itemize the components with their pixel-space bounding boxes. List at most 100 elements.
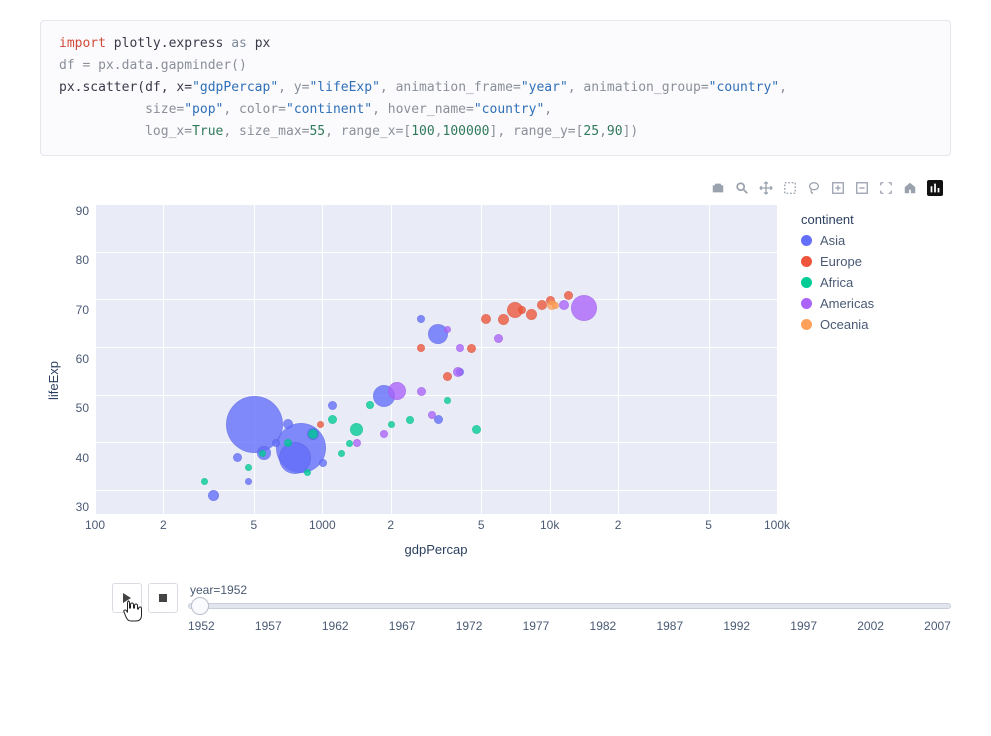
lasso-icon[interactable] [807,181,821,195]
zoom-icon[interactable] [735,181,749,195]
data-point[interactable] [467,344,476,353]
x-tick: 1000 [309,518,336,532]
pan-icon[interactable] [759,181,773,195]
data-point[interactable] [319,459,327,467]
x-axis-ticks: 1002510002510k25100k [95,518,777,536]
slider-current-label: year=1952 [190,583,951,597]
legend-item-americas[interactable]: Americas [801,296,951,311]
slider-tick: 1992 [723,619,750,633]
data-point[interactable] [245,478,252,485]
code-content: import plotly.express as px df = px.data… [59,33,932,143]
slider-tick: 1977 [523,619,550,633]
plotly-logo-icon[interactable] [927,180,943,196]
y-axis-label: lifeExp [40,204,61,557]
data-point[interactable] [388,382,406,400]
data-point[interactable] [571,295,597,321]
data-point[interactable] [328,401,337,410]
legend-item-africa[interactable]: Africa [801,275,951,290]
data-point[interactable] [498,314,509,325]
legend: continent Asia Europe Africa Americas Oceani… [777,204,951,557]
year-slider[interactable] [188,603,951,609]
x-axis-label: gdpPercap [95,542,777,557]
legend-title: continent [801,212,951,227]
legend-item-label: Europe [820,254,862,269]
data-point[interactable] [444,397,451,404]
slider-tick-labels: 1952 1957 1962 1967 1972 1977 1982 1987 1992 1997… [188,619,951,633]
data-point[interactable] [526,309,537,320]
legend-item-europe[interactable]: Europe [801,254,951,269]
data-point[interactable] [304,469,311,476]
slider-tick: 1987 [656,619,683,633]
plot-modebar [40,180,943,196]
x-tick: 2 [615,518,622,532]
slider-tick: 1972 [456,619,483,633]
autoscale-icon[interactable] [879,181,893,195]
slider-tick: 1962 [322,619,349,633]
legend-dot-icon [801,256,812,267]
camera-icon[interactable] [711,181,725,195]
play-button[interactable] [112,583,142,613]
legend-item-label: Africa [820,275,853,290]
plot-container: lifeExp 90 80 70 60 50 40 30 10025100025… [40,204,951,557]
slider-tick: 1957 [255,619,282,633]
data-point[interactable] [388,421,395,428]
x-tick: 2 [160,518,167,532]
animation-controls: year=1952 195219571962196719721977198219… [112,583,951,633]
data-point[interactable] [417,387,426,396]
data-point[interactable] [353,439,361,447]
legend-dot-icon [801,319,812,330]
data-point[interactable] [428,411,436,419]
data-point[interactable] [559,300,569,310]
x-tick: 2 [387,518,394,532]
data-point[interactable] [444,326,451,333]
x-tick: 100k [764,518,790,532]
data-point[interactable] [350,423,363,436]
zoom-out-icon[interactable] [855,181,869,195]
slider-tick: 1967 [389,619,416,633]
plot-area[interactable] [95,204,777,514]
slider-tick: 1997 [790,619,817,633]
slider-tick: 1982 [590,619,617,633]
data-point[interactable] [259,450,266,457]
x-tick: 5 [251,518,258,532]
slider-tick: 1952 [188,619,215,633]
data-point[interactable] [201,478,208,485]
slider-handle[interactable] [191,597,209,615]
slider-tick: 2002 [857,619,884,633]
legend-dot-icon [801,298,812,309]
data-point[interactable] [366,401,374,409]
data-point[interactable] [443,372,452,381]
data-point[interactable] [208,490,219,501]
data-point[interactable] [481,314,491,324]
legend-dot-icon [801,277,812,288]
legend-dot-icon [801,235,812,246]
legend-item-oceania[interactable]: Oceania [801,317,951,332]
legend-item-label: Asia [820,233,845,248]
data-point[interactable] [417,315,425,323]
data-point[interactable] [552,302,559,309]
data-point[interactable] [453,367,463,377]
data-point[interactable] [406,416,414,424]
data-point[interactable] [472,425,481,434]
data-point[interactable] [328,415,337,424]
data-point[interactable] [245,464,252,471]
data-point[interactable] [380,430,388,438]
legend-item-label: Oceania [820,317,868,332]
legend-item-asia[interactable]: Asia [801,233,951,248]
x-tick: 100 [85,518,105,532]
legend-item-label: Americas [820,296,874,311]
zoom-in-icon[interactable] [831,181,845,195]
box-select-icon[interactable] [783,181,797,195]
home-icon[interactable] [903,181,917,195]
data-point[interactable] [417,344,425,352]
x-tick: 10k [540,518,559,532]
data-point[interactable] [308,429,318,439]
data-point[interactable] [233,453,242,462]
data-point[interactable] [338,450,345,457]
data-point[interactable] [346,440,353,447]
data-point[interactable] [494,334,503,343]
data-point[interactable] [456,344,464,352]
data-point[interactable] [518,306,526,314]
stop-button[interactable] [148,583,178,613]
x-tick: 5 [478,518,485,532]
